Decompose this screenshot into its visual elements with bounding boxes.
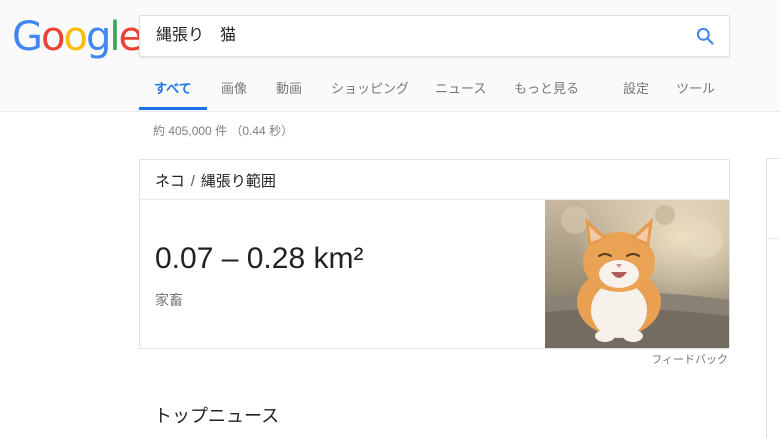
tab-settings[interactable]: 設定 <box>623 78 649 100</box>
knowledge-panel: ネコ / 縄張り範囲 0.07 – 0.28 km² 家畜 <box>139 159 730 349</box>
logo-letter: o <box>41 14 66 60</box>
search-icon <box>696 27 714 45</box>
result-stats: 約 405,000 件 （0.44 秒） <box>153 124 294 138</box>
search-button[interactable] <box>695 26 715 46</box>
tab-more[interactable]: もっと見る <box>514 78 579 100</box>
knowledge-panel-header: ネコ / 縄張り範囲 <box>140 160 729 200</box>
top-news-heading: トップニュース <box>154 406 280 426</box>
logo-letter: o <box>63 14 88 60</box>
search-query[interactable]: 縄張り 猫 <box>156 16 236 56</box>
logo-letter: e <box>118 14 143 60</box>
cat-image <box>545 200 729 348</box>
logo-letter: l <box>109 14 120 60</box>
breadcrumb-item-territory: 縄張り範囲 <box>200 173 276 190</box>
logo-letter: G <box>12 14 43 60</box>
breadcrumb-separator: / <box>190 173 195 190</box>
divider <box>766 238 780 239</box>
search-input[interactable]: 縄張り 猫 <box>139 15 730 57</box>
tab-shopping[interactable]: ショッピング <box>331 78 409 100</box>
breadcrumb: ネコ / 縄張り範囲 <box>155 170 276 191</box>
logo-letter: g <box>85 14 111 60</box>
tab-tools[interactable]: ツール <box>676 78 715 100</box>
tab-videos[interactable]: 動画 <box>276 78 302 100</box>
search-tabs: すべて 画像 動画 ショッピング ニュース もっと見る 設定 ツール <box>0 78 780 112</box>
tab-news[interactable]: ニュース <box>435 78 486 100</box>
active-tab-indicator <box>139 107 207 110</box>
breadcrumb-item-cat[interactable]: ネコ <box>155 173 185 190</box>
feedback-link[interactable]: フィードバック <box>651 351 728 367</box>
tab-all[interactable]: すべて <box>154 78 192 100</box>
answer-subtitle: 家畜 <box>155 292 183 308</box>
side-panel-edge <box>766 158 780 438</box>
cat-photo[interactable] <box>545 200 729 348</box>
google-logo[interactable]: Google <box>12 14 143 60</box>
tab-images[interactable]: 画像 <box>221 78 247 100</box>
answer-value: 0.07 – 0.28 km² <box>155 242 364 275</box>
